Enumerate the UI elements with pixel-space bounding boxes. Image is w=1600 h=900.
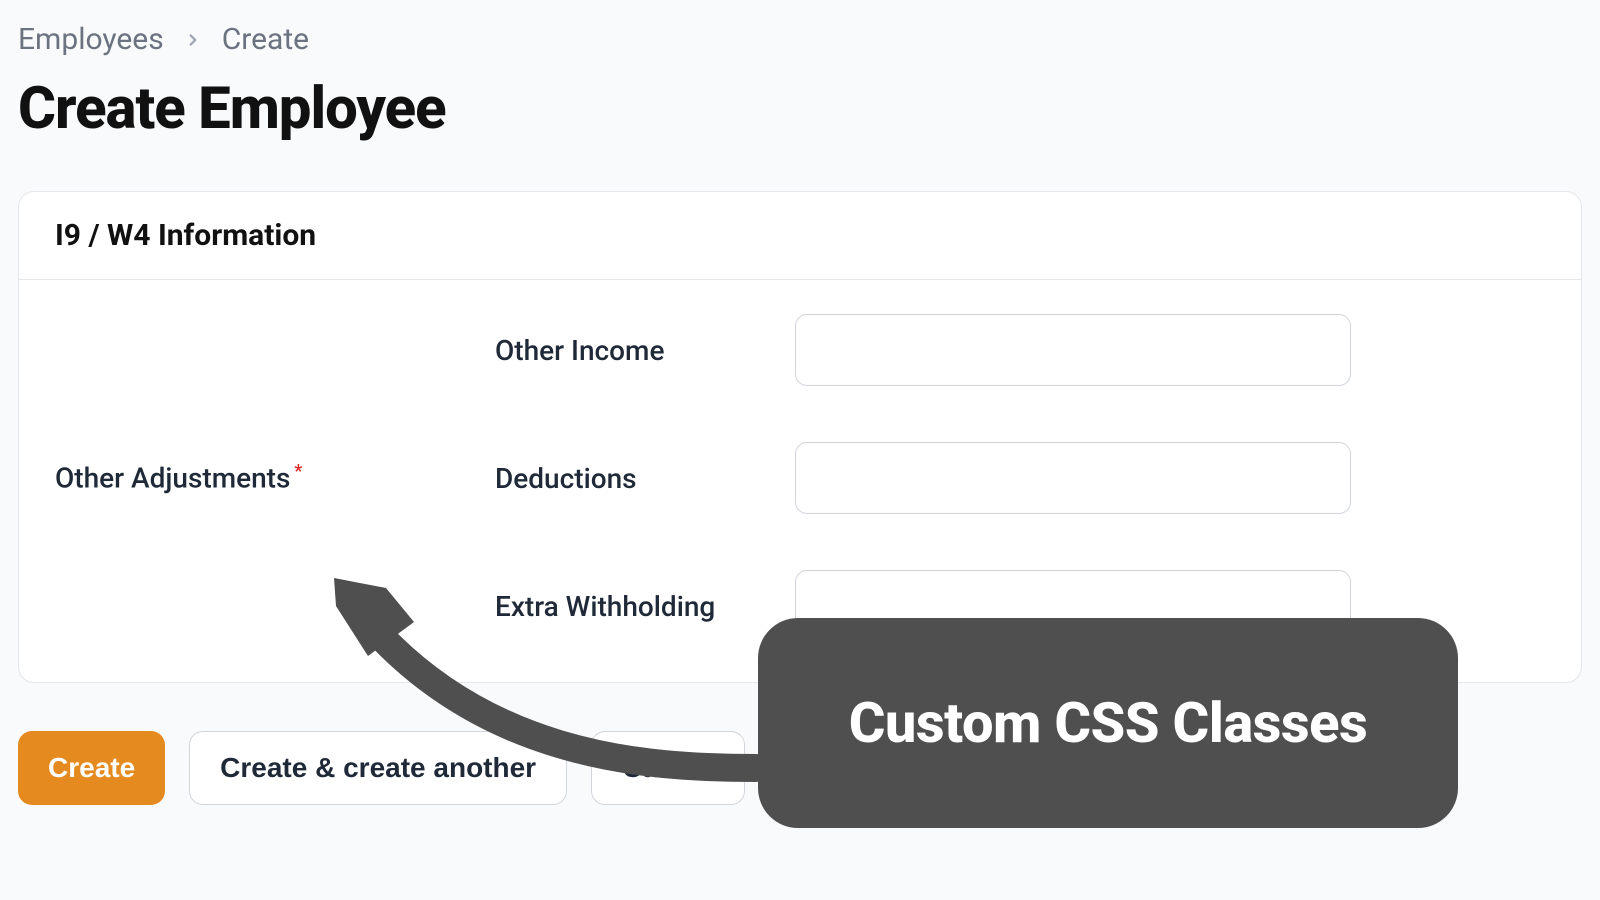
- card-header: I9 / W4 Information: [19, 192, 1581, 280]
- breadcrumb-current: Create: [222, 22, 309, 57]
- label-deductions: Deductions: [495, 462, 795, 495]
- section-label-text: Other Adjustments: [55, 462, 290, 495]
- card-i9-w4: I9 / W4 Information Other Income Other A…: [18, 191, 1582, 683]
- create-button[interactable]: Create: [18, 731, 165, 805]
- page-title: Create Employee: [18, 75, 1582, 143]
- input-deductions[interactable]: [795, 442, 1351, 514]
- annotation-callout-text: Custom CSS Classes: [849, 690, 1368, 756]
- label-other-income: Other Income: [495, 334, 795, 367]
- breadcrumb-employees-link[interactable]: Employees: [18, 22, 164, 57]
- required-asterisk: *: [294, 461, 302, 482]
- breadcrumb: Employees Create: [18, 22, 1582, 57]
- form-row-other-income: Other Income: [55, 314, 1545, 386]
- section-label-other-adjustments: Other Adjustments*: [55, 461, 495, 494]
- annotation-callout: Custom CSS Classes: [758, 618, 1458, 828]
- card-header-title: I9 / W4 Information: [55, 218, 1545, 253]
- chevron-right-icon: [184, 31, 202, 49]
- create-and-another-button[interactable]: Create & create another: [189, 731, 567, 805]
- form-row-deductions: Other Adjustments* Deductions: [55, 442, 1545, 514]
- label-extra-withholding: Extra Withholding: [495, 590, 795, 623]
- input-other-income[interactable]: [795, 314, 1351, 386]
- cancel-button[interactable]: Cancel: [591, 731, 745, 805]
